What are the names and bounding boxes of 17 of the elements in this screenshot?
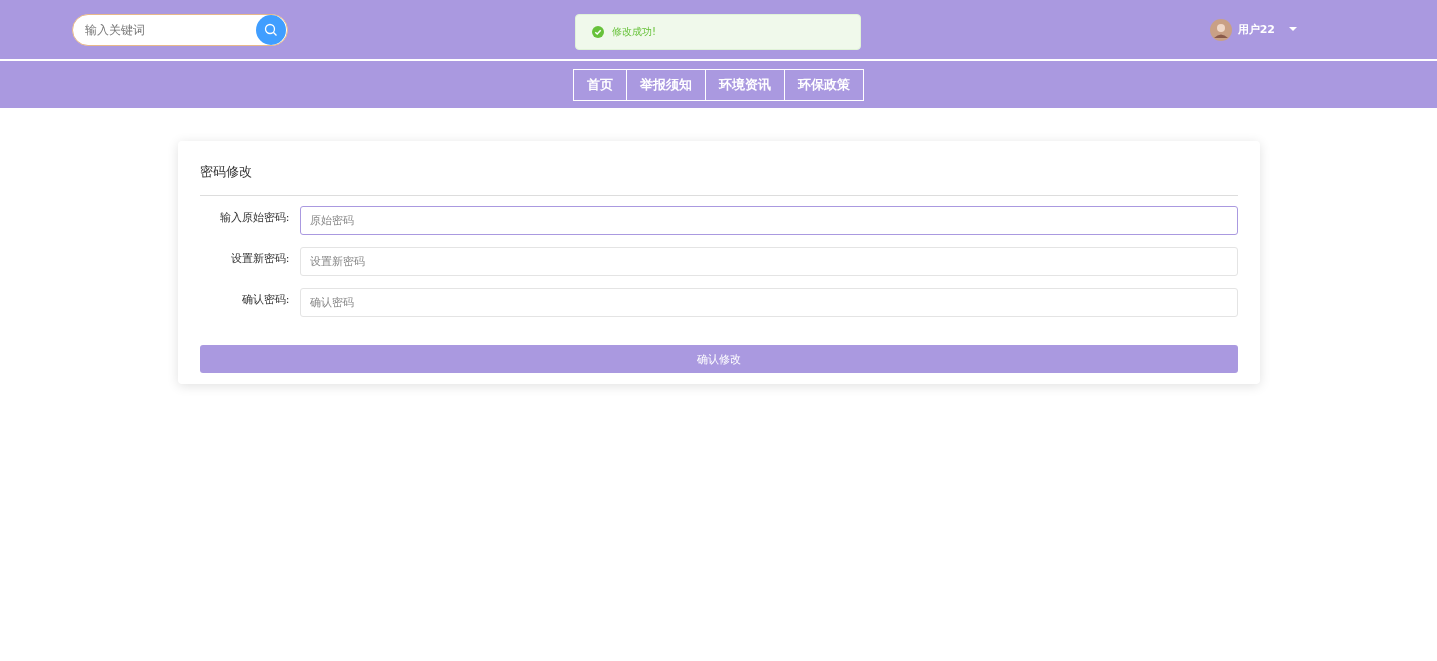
card-title: 密码修改 xyxy=(199,163,253,181)
check-circle-icon xyxy=(592,26,604,38)
user-menu[interactable]: 用户22 xyxy=(1209,18,1297,41)
nav-link[interactable]: 举报须知 xyxy=(625,68,706,101)
password-field[interactable]: 原始密码 xyxy=(299,206,1238,235)
field-label: 输入原始密码: xyxy=(218,210,291,225)
avatar-icon xyxy=(1209,18,1232,41)
search-icon xyxy=(264,22,278,37)
search-field[interactable]: 输入关键词 xyxy=(72,13,288,46)
field-label: 确认密码: xyxy=(240,292,291,307)
toast-message: 修改成功! xyxy=(612,25,656,39)
submit-button[interactable]: 确认修改 xyxy=(199,345,1238,373)
caret-icon xyxy=(1289,27,1297,32)
nav-link[interactable]: 首页 xyxy=(572,68,627,101)
nav-link[interactable]: 环境资讯 xyxy=(704,68,785,101)
field-label: 设置新密码: xyxy=(229,251,291,266)
nav-link[interactable]: 环保政策 xyxy=(783,68,864,101)
